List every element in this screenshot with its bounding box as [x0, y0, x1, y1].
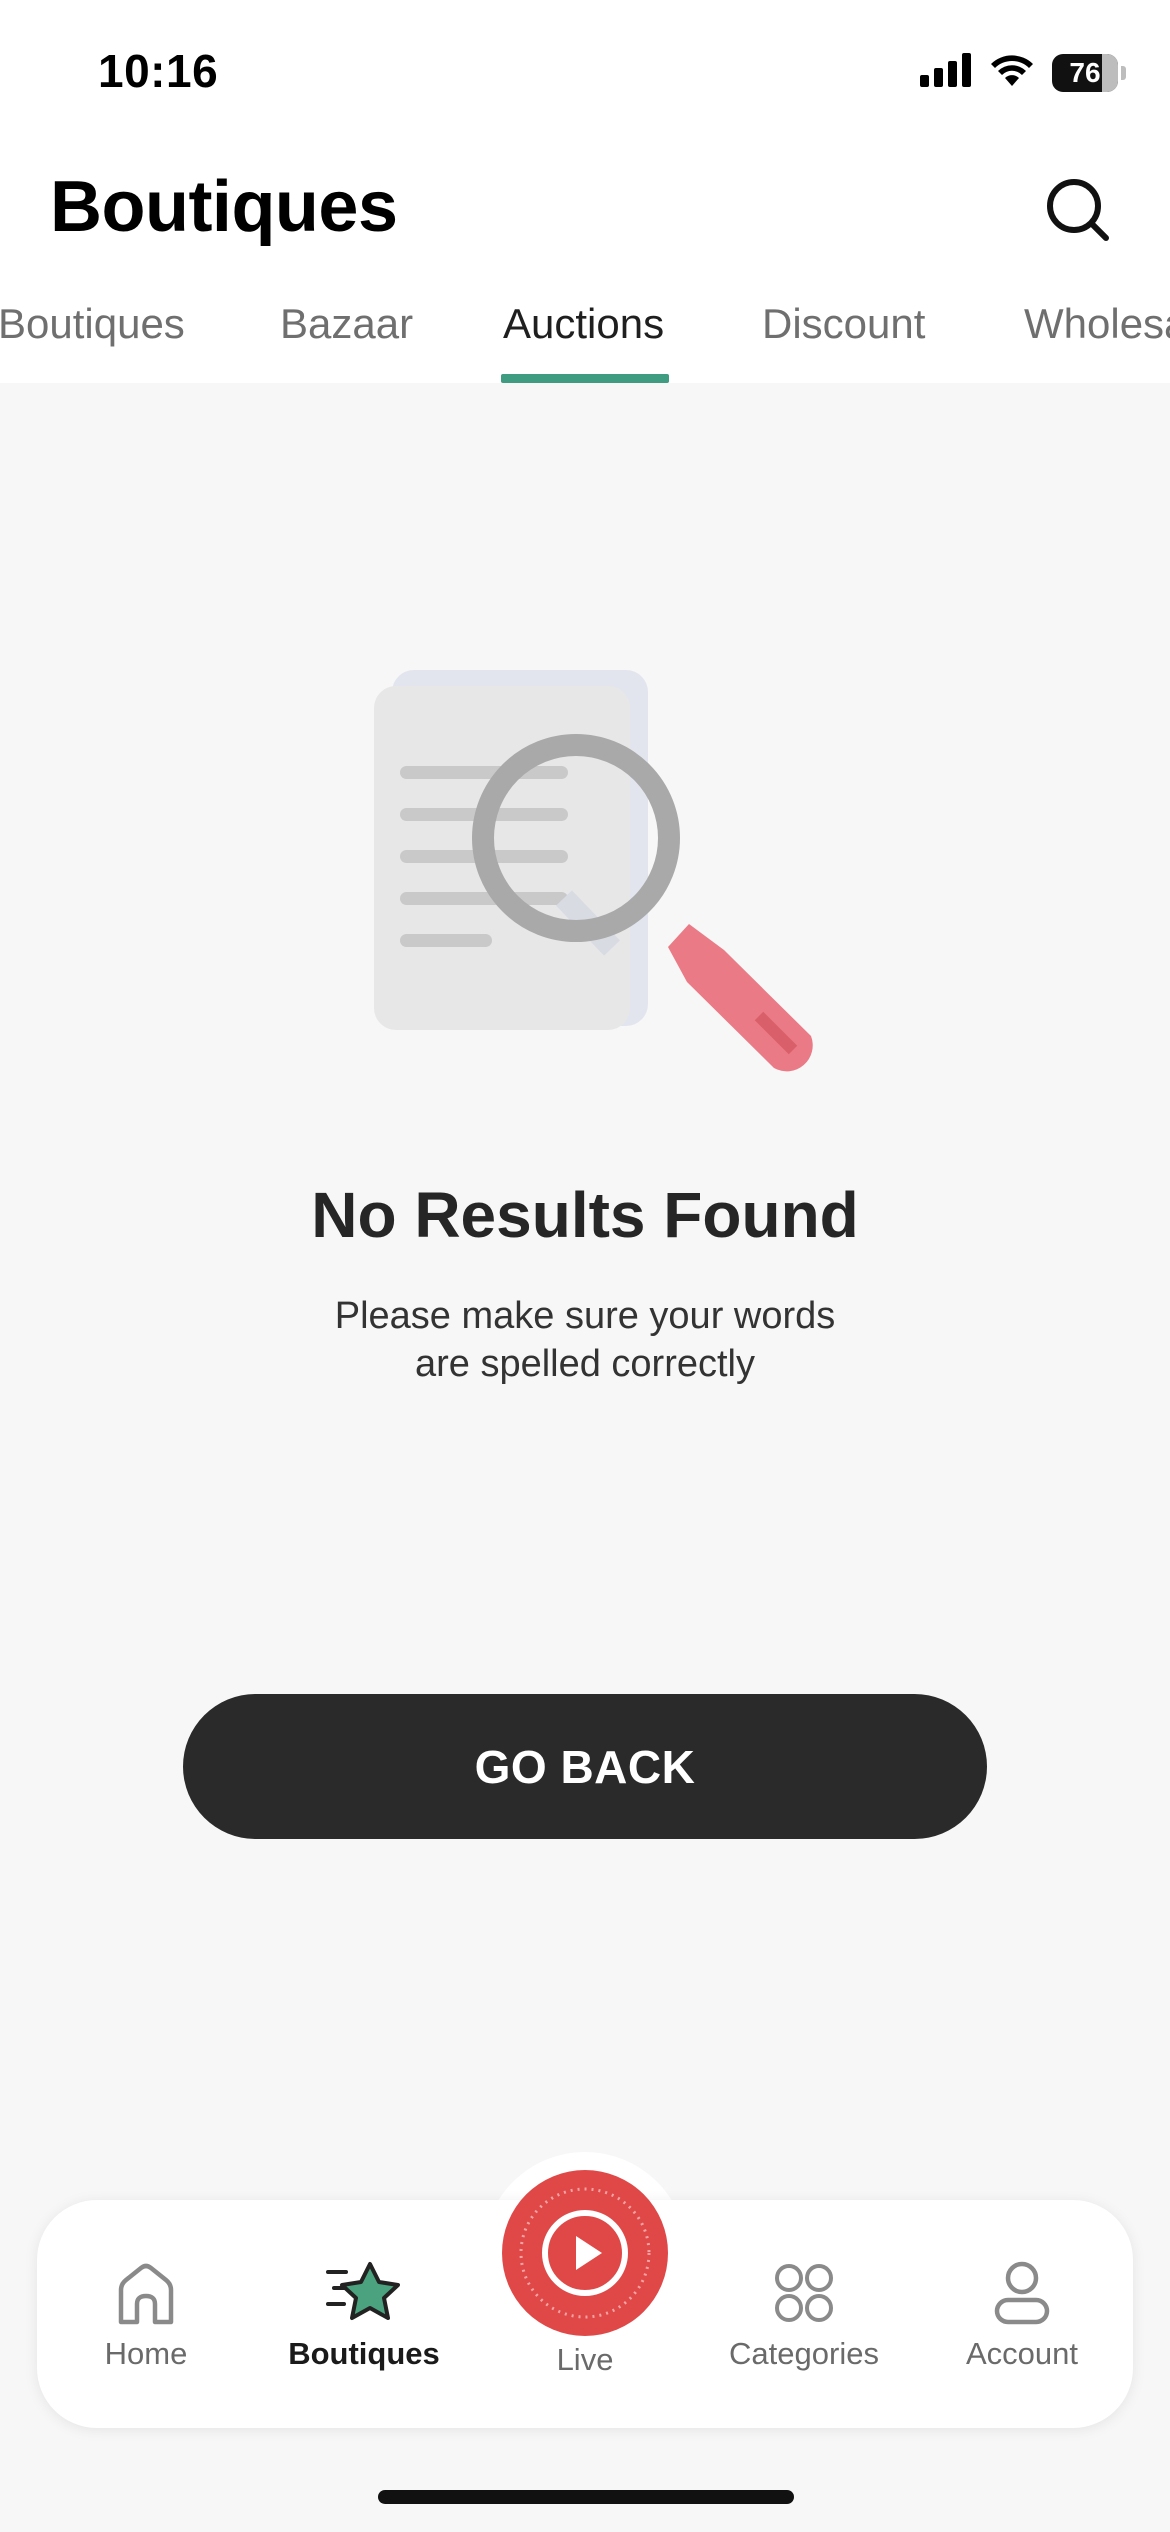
battery-icon: 76	[1052, 53, 1126, 92]
cellular-signal-icon	[920, 53, 972, 92]
account-icon	[994, 2261, 1050, 2325]
empty-state-message: Please make sure your words are spelled …	[0, 1292, 1170, 1388]
tab-auctions[interactable]: Auctions	[503, 300, 664, 348]
nav-label-home: Home	[104, 2336, 188, 2371]
wifi-icon	[988, 52, 1036, 93]
tab-bazaar[interactable]: Bazaar	[280, 300, 413, 348]
empty-state-message-line1: Please make sure your words	[334, 1295, 836, 1337]
nav-item-home[interactable]: Home	[56, 2260, 236, 2372]
status-time: 10:16	[98, 45, 219, 97]
tab-discount[interactable]: Discount	[762, 300, 925, 348]
tab-boutiques[interactable]: Boutiques	[0, 300, 185, 348]
live-button[interactable]	[502, 2170, 668, 2336]
play-icon	[519, 2187, 651, 2319]
category-tabs: Boutiques Bazaar Auctions Discount Whole…	[0, 290, 1170, 383]
home-indicator	[378, 2490, 794, 2504]
home-icon	[118, 2263, 174, 2325]
star-icon	[326, 2262, 400, 2320]
nav-item-boutiques[interactable]: Boutiques	[274, 2260, 454, 2372]
nav-item-categories[interactable]: Categories	[714, 2260, 894, 2372]
empty-state-message-line2: are spelled correctly	[414, 1343, 756, 1385]
categories-grid-icon	[775, 2264, 833, 2322]
nav-label-live[interactable]: Live	[495, 2342, 675, 2378]
tab-wholesale[interactable]: Wholesa	[1024, 300, 1170, 348]
battery-level: 76	[1069, 56, 1101, 88]
status-icons: 76	[920, 52, 1126, 93]
page-title: Boutiques	[50, 167, 398, 247]
nav-label-account: Account	[965, 2336, 1078, 2371]
active-tab-indicator	[501, 374, 669, 383]
document-magnifier-illustration	[350, 664, 830, 1084]
nav-label-boutiques: Boutiques	[288, 2336, 440, 2371]
nav-label-categories: Categories	[729, 2336, 879, 2371]
search-button[interactable]	[1038, 170, 1118, 250]
nav-item-account[interactable]: Account	[932, 2260, 1112, 2372]
search-icon	[1047, 179, 1109, 241]
empty-state-title: No Results Found	[311, 1179, 859, 1251]
go-back-button[interactable]: GO BACK	[183, 1694, 987, 1839]
